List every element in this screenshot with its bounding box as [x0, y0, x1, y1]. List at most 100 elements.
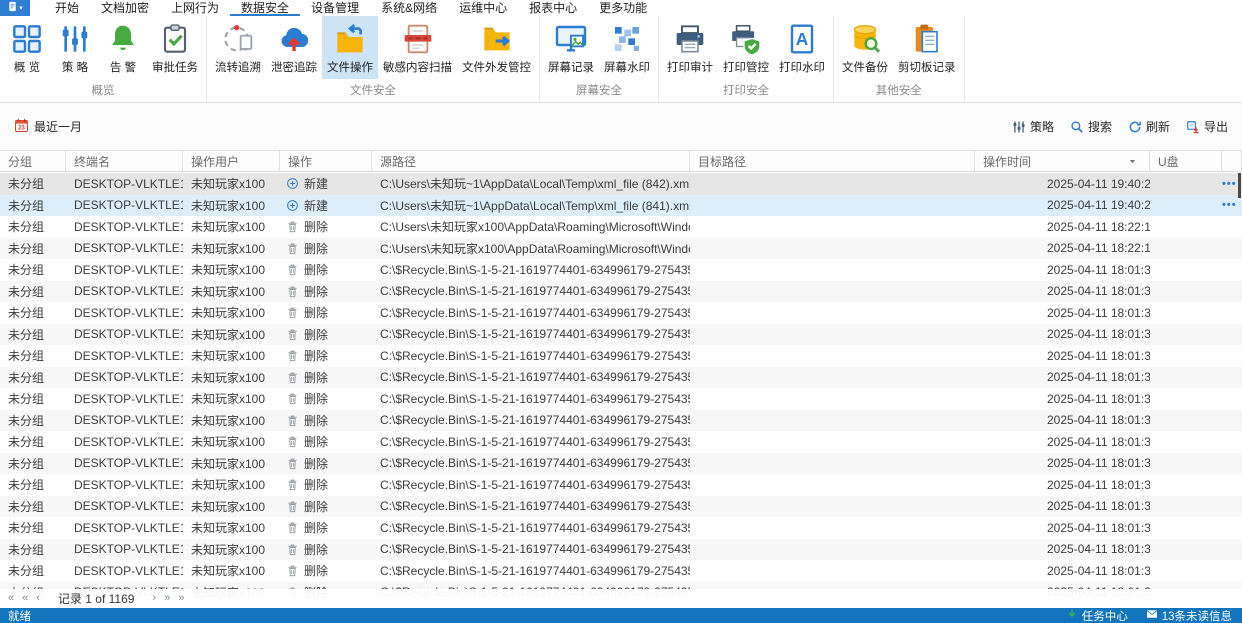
- ritem-screen-watermark[interactable]: 屏幕水印: [599, 16, 655, 79]
- cell-source: C:\$Recycle.Bin\S-1-5-21-1619774401-6349…: [380, 305, 690, 320]
- ritem-overview[interactable]: 概 览: [3, 16, 51, 79]
- next-page-icon[interactable]: ›: [152, 593, 156, 604]
- table-row[interactable]: 未分组 DESKTOP-VLKTLE1 未知玩家x100 删除 C:\$Recycle.…: [0, 560, 1242, 582]
- ritem-clipboard-record[interactable]: 剪切板记录: [893, 16, 961, 79]
- ritem-policy[interactable]: 策 略: [51, 16, 99, 79]
- column-header-usb[interactable]: U盘: [1150, 151, 1222, 171]
- action-label: 删除: [304, 327, 329, 342]
- ritem-alert[interactable]: 告 警: [99, 16, 147, 79]
- cell-action: 删除: [280, 560, 372, 582]
- tab-device-mgmt[interactable]: 设备管理: [300, 0, 370, 16]
- tab-ops-center[interactable]: 运维中心: [448, 0, 518, 16]
- cell-target: [690, 281, 975, 303]
- last-page-icon[interactable]: »: [178, 593, 184, 604]
- column-header-action[interactable]: 操作: [280, 151, 372, 171]
- unread-messages-button[interactable]: 13条未读信息: [1146, 608, 1232, 623]
- print-control-icon: [729, 21, 763, 57]
- cell-source: C:\$Recycle.Bin\S-1-5-21-1619774401-6349…: [380, 391, 690, 406]
- tab-report-center[interactable]: 报表中心: [518, 0, 588, 16]
- table-row[interactable]: 未分组 DESKTOP-VLKTLE1 未知玩家x100 删除 C:\$Recycle.…: [0, 302, 1242, 324]
- cell-group: 未分组: [8, 542, 45, 557]
- cell-time: 2025-04-11 19:40:27: [1047, 176, 1150, 191]
- chevron-down-icon[interactable]: [1128, 157, 1137, 166]
- trash-icon: [286, 328, 299, 341]
- ritem-file-operations[interactable]: 文件操作: [322, 16, 378, 79]
- tab-more[interactable]: 更多功能: [588, 0, 658, 16]
- cell-time: 2025-04-11 18:01:38: [1047, 563, 1150, 578]
- first-page-icon[interactable]: «: [8, 593, 14, 604]
- refresh-action[interactable]: 刷新: [1128, 118, 1170, 135]
- cell-usb: [1150, 560, 1222, 582]
- fast-next-icon[interactable]: »: [164, 593, 170, 604]
- table-row[interactable]: 未分组 DESKTOP-VLKTLE1 未知玩家x100 删除 C:\Users\未知玩…: [0, 216, 1242, 238]
- ribbon: 概 览策 略告 警审批任务 概览 流转追溯 泄密追踪 文件操作 敏感内容扫描 文件外发管控文…: [0, 16, 1242, 103]
- search-action[interactable]: 搜索: [1070, 118, 1112, 135]
- table-row[interactable]: 未分组 DESKTOP-VLKTLE1 未知玩家x100 删除 C:\$Recycle.…: [0, 495, 1242, 517]
- cell-target: [690, 367, 975, 389]
- prev-page-icon[interactable]: ‹: [36, 593, 40, 604]
- tab-data-security[interactable]: 数据安全: [230, 0, 301, 16]
- ritem-file-outgoing[interactable]: 文件外发管控: [457, 16, 536, 79]
- policy-action[interactable]: 策略: [1012, 118, 1054, 135]
- date-range-filter[interactable]: 23 最近一月: [14, 118, 82, 136]
- ritem-print-watermark[interactable]: A 打印水印: [774, 16, 830, 79]
- tab-doc-encrypt[interactable]: 文档加密: [90, 0, 160, 16]
- table-row[interactable]: 未分组 DESKTOP-VLKTLE1 未知玩家x100 删除 C:\Users\未知玩…: [0, 237, 1242, 259]
- trash-icon: [286, 242, 299, 255]
- cell-menu: [1222, 216, 1242, 238]
- cell-source: C:\Users\未知玩家x100\AppData\Roaming\Micros…: [380, 220, 690, 235]
- table-row[interactable]: 未分组 DESKTOP-VLKTLE1 未知玩家x100 删除 C:\$Recycle.…: [0, 259, 1242, 281]
- vertical-scrollbar-thumb[interactable]: [1238, 173, 1241, 198]
- trash-icon: [286, 220, 299, 233]
- column-header-group[interactable]: 分组: [0, 151, 66, 171]
- table-row[interactable]: 未分组 DESKTOP-VLKTLE1 未知玩家x100 删除 C:\$Recycle.…: [0, 409, 1242, 431]
- fast-prev-icon[interactable]: «: [22, 593, 28, 604]
- pagination-bar: « « ‹ 记录 1 of 1169 › » »: [0, 589, 1242, 608]
- ritem-print-control[interactable]: 打印管控: [718, 16, 774, 79]
- ritem-leak-trace[interactable]: 泄密追踪: [266, 16, 322, 79]
- ritem-approval[interactable]: 审批任务: [147, 16, 203, 79]
- cell-usb: [1150, 431, 1222, 453]
- cell-time: 2025-04-11 18:01:38: [1047, 348, 1150, 363]
- table-row[interactable]: 未分组 DESKTOP-VLKTLE1 未知玩家x100 删除 C:\$Recycle.…: [0, 452, 1242, 474]
- table-row[interactable]: 未分组 DESKTOP-VLKTLE1 未知玩家x100 删除 C:\$Recycle.…: [0, 431, 1242, 453]
- table-row[interactable]: 未分组 DESKTOP-VLKTLE1 未知玩家x100 新建 C:\Users\未知玩…: [0, 173, 1242, 195]
- ritem-sensitive-scan[interactable]: 敏感内容扫描: [378, 16, 457, 79]
- tab-web-behavior[interactable]: 上网行为: [160, 0, 230, 16]
- chevron-down-icon: ▾: [19, 4, 23, 12]
- table-row[interactable]: 未分组 DESKTOP-VLKTLE1 未知玩家x100 删除 C:\$Recycle.…: [0, 474, 1242, 496]
- tab-start[interactable]: 开始: [44, 0, 90, 16]
- column-header-user[interactable]: 操作用户: [183, 151, 280, 171]
- table-row[interactable]: 未分组 DESKTOP-VLKTLE1 未知玩家x100 删除 C:\$Recycle.…: [0, 388, 1242, 410]
- export-action[interactable]: 导出: [1186, 118, 1228, 135]
- table-row[interactable]: 未分组 DESKTOP-VLKTLE1 未知玩家x100 删除 C:\$Recycle.…: [0, 280, 1242, 303]
- table-row[interactable]: 未分组 DESKTOP-VLKTLE1 未知玩家x100 删除 C:\$Recycle.…: [0, 538, 1242, 560]
- cell-group: 未分组: [8, 521, 45, 536]
- cell-target: [690, 216, 975, 238]
- app-menu-button[interactable]: ▾: [0, 0, 30, 16]
- table-row[interactable]: 未分组 DESKTOP-VLKTLE1 未知玩家x100 删除 C:\$Recycle.…: [0, 345, 1242, 367]
- column-header-source[interactable]: 源路径: [372, 151, 690, 171]
- ritem-file-backup[interactable]: 文件备份: [837, 16, 893, 79]
- table-row[interactable]: 未分组 DESKTOP-VLKTLE1 未知玩家x100 删除 C:\$Recycle.…: [0, 517, 1242, 539]
- ritem-screen-record[interactable]: 屏幕记录: [543, 16, 599, 79]
- cell-user: 未知玩家x100: [191, 456, 266, 471]
- ritem-overview-label: 概 览: [13, 62, 41, 74]
- task-center-button[interactable]: 任务中心: [1066, 608, 1128, 623]
- table-row[interactable]: 未分组 DESKTOP-VLKTLE1 未知玩家x100 新建 C:\Users\未知玩…: [0, 194, 1242, 216]
- column-header-time[interactable]: 操作时间: [975, 151, 1150, 171]
- ritem-print-audit[interactable]: 打印审计: [662, 16, 718, 79]
- table-row[interactable]: 未分组 DESKTOP-VLKTLE1 未知玩家x100 删除 C:\$Recycle.…: [0, 323, 1242, 345]
- ritem-flow-trace[interactable]: 流转追溯: [210, 16, 266, 79]
- tab-system-network[interactable]: 系统&网络: [370, 0, 448, 16]
- column-header-menu[interactable]: [1222, 151, 1242, 171]
- cell-user: 未知玩家x100: [191, 521, 266, 536]
- group-screen-security: 屏幕记录 屏幕水印屏幕安全: [540, 16, 659, 102]
- group-screen-security-label: 屏幕安全: [576, 85, 622, 97]
- ritem-approval-label: 审批任务: [152, 62, 198, 74]
- cell-terminal: DESKTOP-VLKTLE1: [74, 456, 183, 471]
- cell-menu: [1222, 259, 1242, 281]
- column-header-terminal[interactable]: 终端名: [66, 151, 183, 171]
- column-header-target[interactable]: 目标路径: [690, 151, 975, 171]
- table-row[interactable]: 未分组 DESKTOP-VLKTLE1 未知玩家x100 删除 C:\$Recycle.…: [0, 366, 1242, 389]
